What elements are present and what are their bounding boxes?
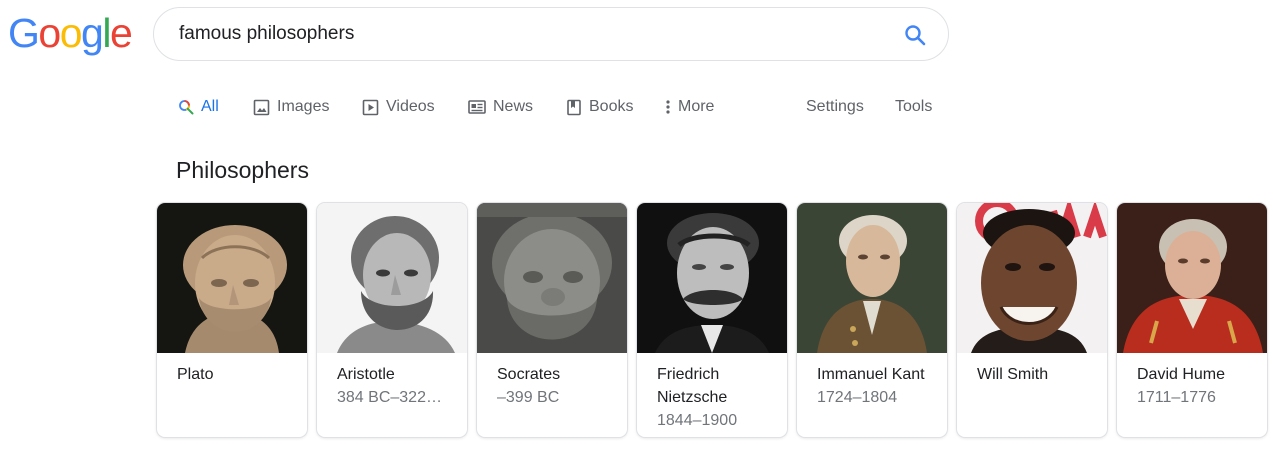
philosopher-name: Socrates –399 BC [497,363,615,409]
philosopher-name: Plato [177,363,295,386]
philosopher-card-david-hume[interactable]: David Hume 1711–1776 [1117,203,1267,437]
tab-videos[interactable]: Videos [362,96,435,118]
philosopher-name: Immanuel Kant 1724–1804 [817,363,935,409]
name-text: Aristotle [337,366,395,383]
philosopher-card-will-smith[interactable]: Will Smith [957,203,1107,437]
search-icon [179,100,194,115]
lifespan-text: –399 BC [497,389,560,406]
tab-more[interactable]: More [665,96,714,118]
portrait-image [1117,203,1267,353]
name-text: David Hume [1137,366,1226,383]
philosopher-card-plato[interactable]: Plato [157,203,307,437]
lifespan-text: 1711–1776 [1137,389,1216,406]
more-vertical-icon [666,100,670,114]
tab-all[interactable]: All [178,96,219,118]
search-icon [905,25,926,46]
philosopher-name: Will Smith [977,363,1095,386]
tab-label: More [678,98,715,115]
search-box [153,7,949,61]
logo-letter: G [8,10,40,56]
name-text: Will Smith [977,366,1049,383]
portrait-image [157,203,307,353]
logo-letter: e [109,10,133,56]
search-button[interactable] [901,21,929,49]
tab-label: Books [589,98,634,115]
play-icon [362,99,379,115]
tools-link[interactable]: Tools [895,96,932,118]
portrait-image [477,203,627,353]
tab-label: News [493,98,534,115]
name-text: Plato [177,366,214,383]
logo-letter: l [102,10,111,56]
name-text: Immanuel Kant [817,366,925,383]
tab-label: Images [277,98,330,115]
philosopher-name: Aristotle 384 BC–322… [337,363,455,409]
tab-books[interactable]: Books [566,96,633,118]
philosopher-card-aristotle[interactable]: Aristotle 384 BC–322… [317,203,467,437]
news-icon [468,100,486,114]
philosopher-name: David Hume 1711–1776 [1137,363,1255,409]
portrait-image [957,203,1107,353]
philosopher-card-socrates[interactable]: Socrates –399 BC [477,203,627,437]
lifespan-text: 384 BC–322… [337,389,442,406]
tab-label: Videos [386,98,435,115]
section-title: Philosophers [176,157,309,183]
logo-letter: o [59,10,83,56]
lifespan-text: 1844–1900 [657,412,738,429]
search-input[interactable] [179,20,869,48]
logo-letter: o [38,10,61,56]
logo-letter: g [81,10,104,56]
settings-link[interactable]: Settings [806,96,864,118]
google-logo[interactable]: Google [8,10,133,56]
tab-images[interactable]: Images [253,96,329,118]
portrait-image [637,203,787,353]
philosopher-name: Friedrich Nietzsche 1844–1900 [657,363,775,432]
book-icon [567,99,581,115]
philosopher-card-nietzsche[interactable]: Friedrich Nietzsche 1844–1900 [637,203,787,437]
portrait-image [797,203,947,353]
philosopher-card-kant[interactable]: Immanuel Kant 1724–1804 [797,203,947,437]
tab-label: All [201,98,219,115]
name-text: Socrates [497,366,561,383]
image-icon [253,99,270,115]
lifespan-text: 1724–1804 [817,389,898,406]
tab-news[interactable]: News [468,96,533,118]
name-text: Friedrich Nietzsche [657,366,728,406]
portrait-image [317,203,467,353]
